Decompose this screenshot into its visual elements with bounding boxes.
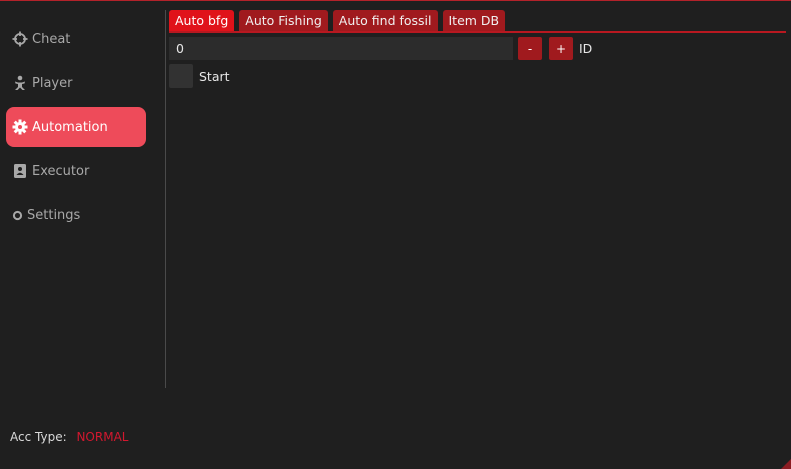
sidebar: Cheat Player Automation Executor Setting… xyxy=(0,0,160,469)
tab-bar: Auto bfg Auto Fishing Auto find fossil I… xyxy=(169,10,506,31)
account-type-label: Acc Type: xyxy=(10,430,67,444)
sidebar-item-label: Cheat xyxy=(32,31,71,47)
start-label: Start xyxy=(199,69,230,84)
decrement-button[interactable]: - xyxy=(518,37,542,60)
account-type-value: NORMAL xyxy=(76,430,129,444)
sidebar-divider xyxy=(165,10,166,388)
tab-auto-bfg[interactable]: Auto bfg xyxy=(169,10,235,31)
increment-button[interactable]: + xyxy=(549,37,573,60)
id-input[interactable] xyxy=(169,37,513,60)
id-label: ID xyxy=(579,41,593,56)
sidebar-item-label: Player xyxy=(32,75,73,91)
crosshair-icon xyxy=(12,31,28,47)
contact-card-icon xyxy=(12,163,28,179)
start-checkbox[interactable] xyxy=(169,64,193,88)
tab-underline xyxy=(169,31,786,33)
sidebar-item-label: Automation xyxy=(32,119,108,135)
tab-auto-find-fossil[interactable]: Auto find fossil xyxy=(332,10,438,31)
resize-grip[interactable] xyxy=(781,459,791,469)
sidebar-item-automation[interactable]: Automation xyxy=(6,107,146,147)
sidebar-item-settings[interactable]: Settings xyxy=(6,195,146,235)
player-icon xyxy=(12,75,28,91)
tab-auto-fishing[interactable]: Auto Fishing xyxy=(239,10,328,31)
sidebar-item-cheat[interactable]: Cheat xyxy=(6,19,146,59)
settings-dot-icon xyxy=(12,207,23,223)
tab-item-db[interactable]: Item DB xyxy=(442,10,506,31)
sidebar-item-player[interactable]: Player xyxy=(6,63,146,103)
sidebar-item-executor[interactable]: Executor xyxy=(6,151,146,191)
sidebar-item-label: Executor xyxy=(32,163,90,179)
account-type: Acc Type: NORMAL xyxy=(10,430,128,444)
gear-icon xyxy=(12,119,28,135)
sidebar-item-label: Settings xyxy=(27,207,81,223)
